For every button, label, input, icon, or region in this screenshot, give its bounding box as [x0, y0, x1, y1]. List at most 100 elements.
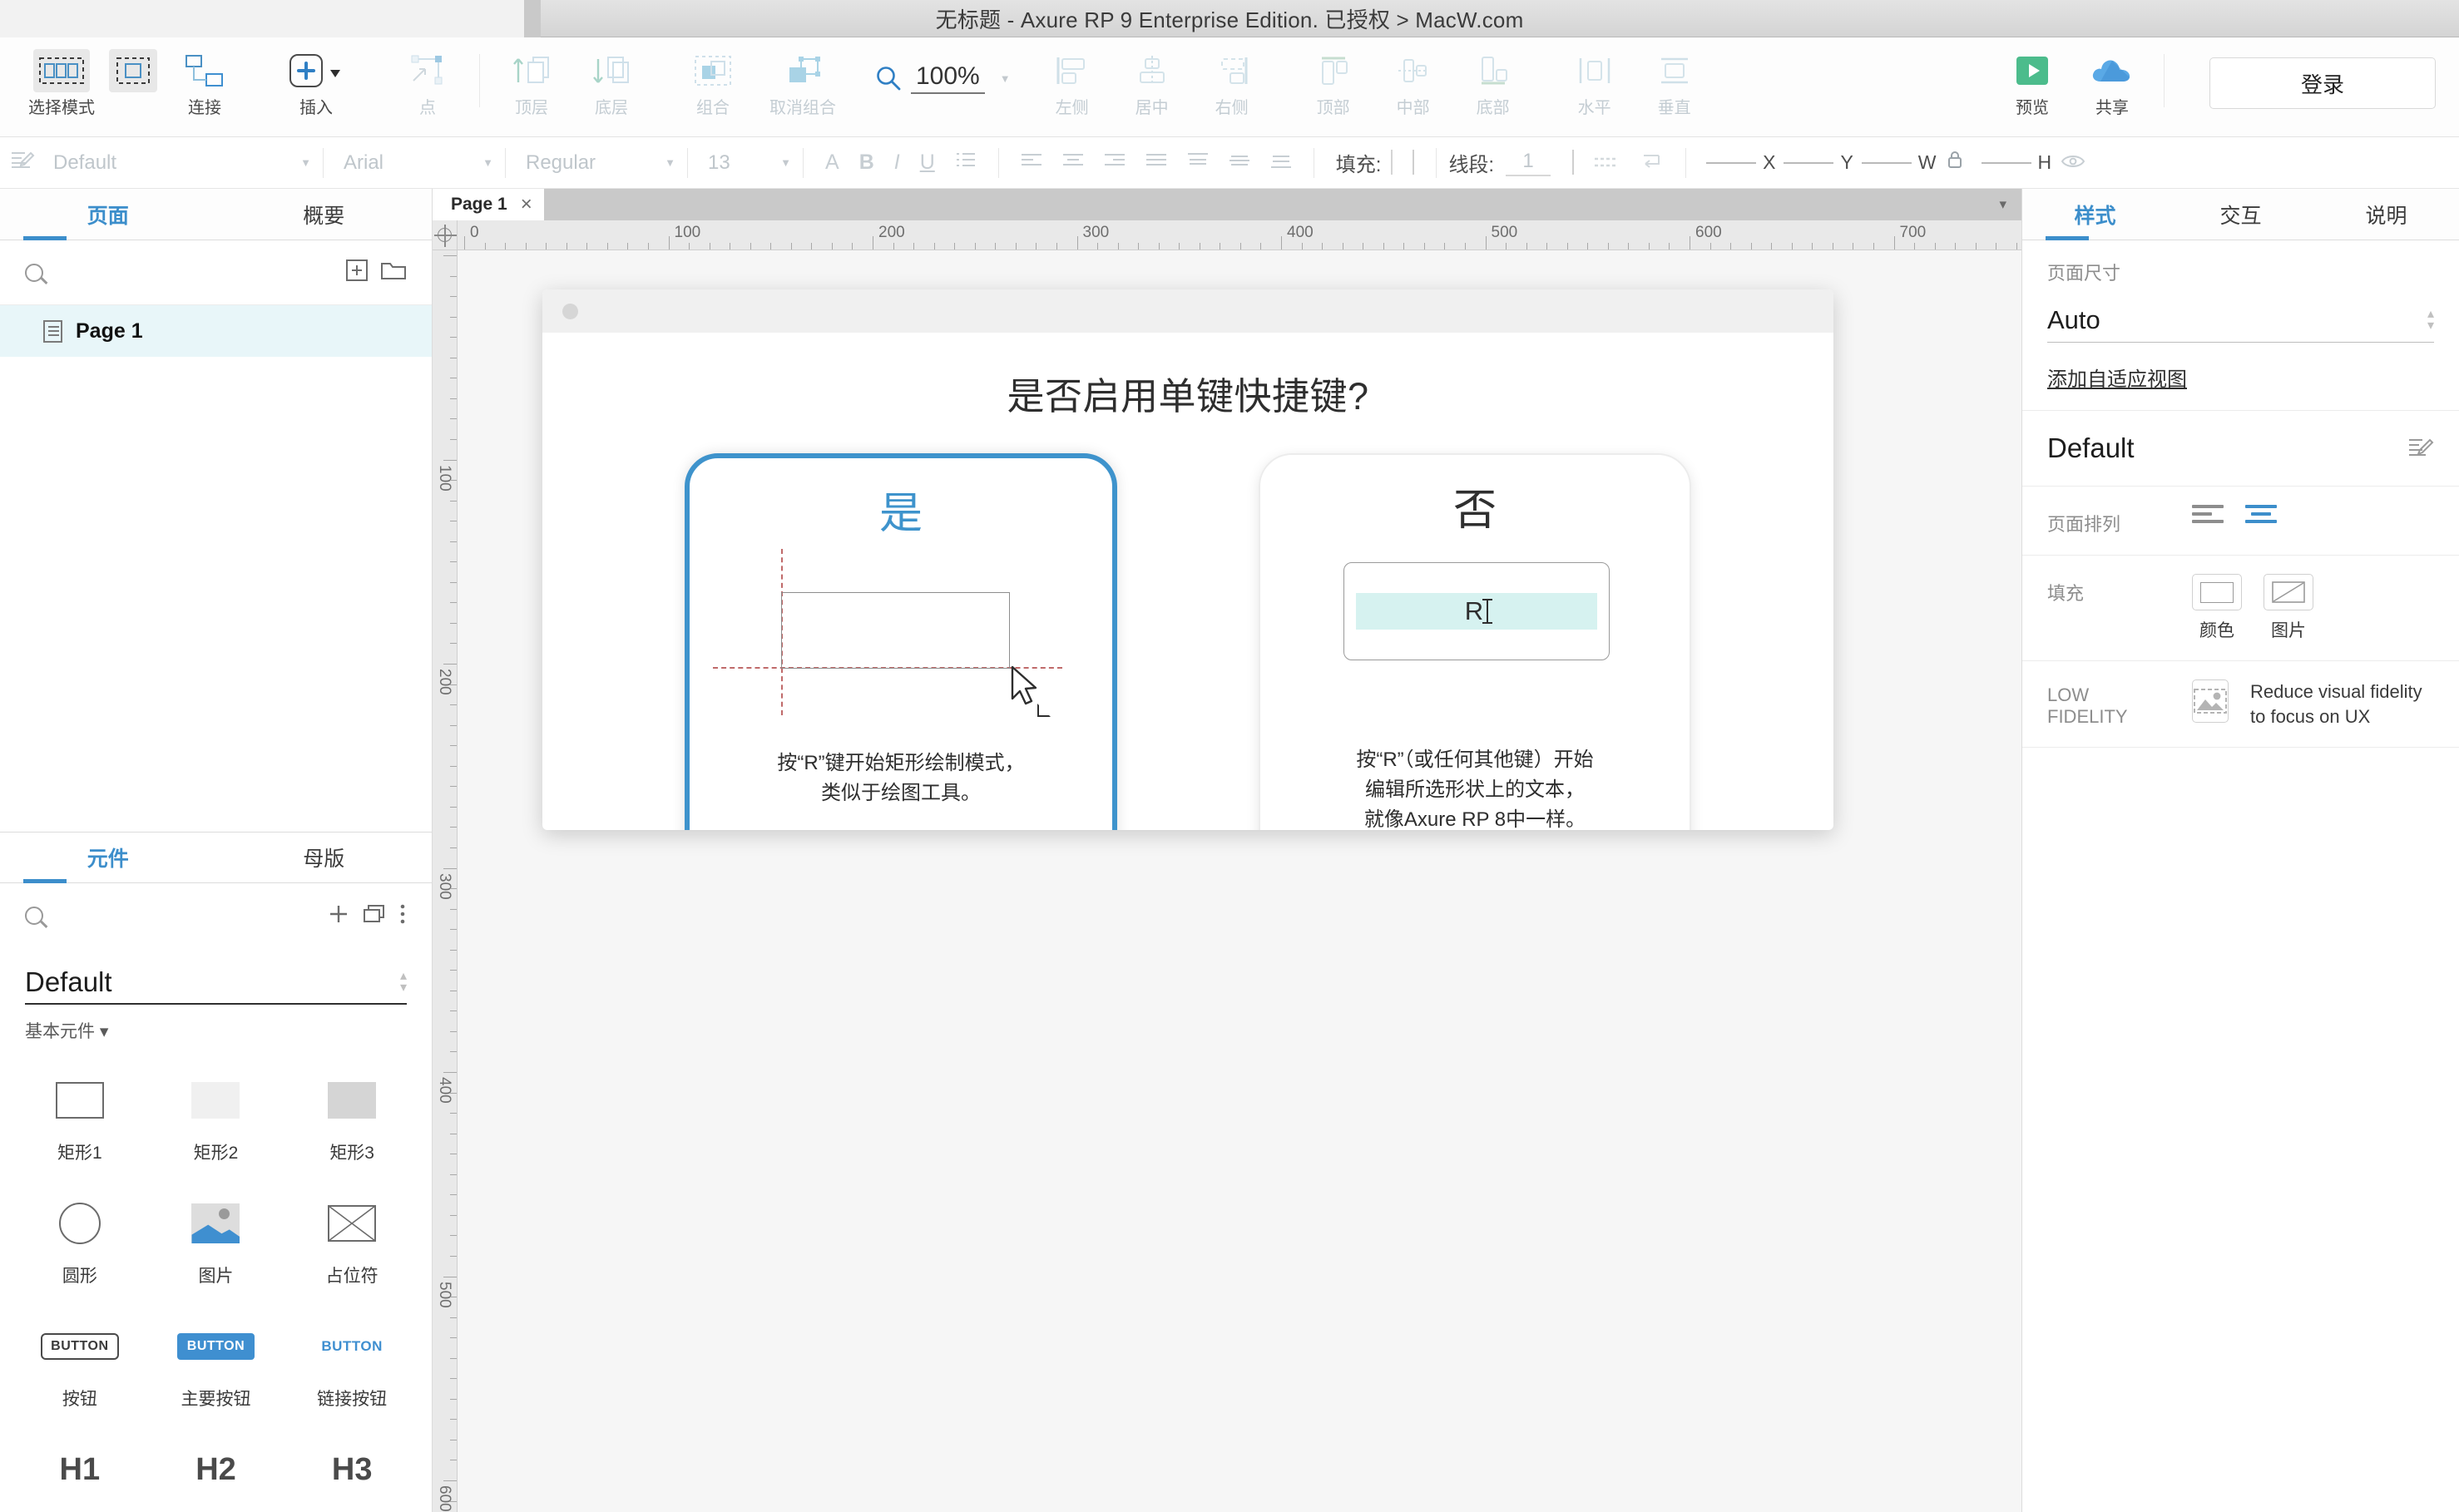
- toolbar-button-preview[interactable]: 预览: [1992, 37, 2072, 118]
- text-align-right-icon[interactable]: [1094, 151, 1135, 175]
- italic-icon[interactable]: I: [884, 151, 910, 175]
- widget-link-button[interactable]: BUTTON 链接按钮: [284, 1304, 420, 1421]
- line-style-icon[interactable]: [1584, 151, 1629, 175]
- widget-h3[interactable]: H3: [284, 1427, 420, 1512]
- position-y-field[interactable]: Y: [1784, 151, 1853, 174]
- text-align-justify-icon[interactable]: [1135, 151, 1177, 175]
- search-icon[interactable]: [25, 907, 43, 925]
- page-align-left-icon[interactable]: [2192, 505, 2224, 523]
- tab-pages[interactable]: 页面: [0, 189, 216, 240]
- valign-top-icon[interactable]: [1177, 151, 1219, 175]
- sidebar-item-page-1[interactable]: Page 1: [0, 305, 432, 357]
- tab-notes[interactable]: 说明: [2313, 189, 2459, 240]
- widget-rect3[interactable]: 矩形3: [284, 1058, 420, 1174]
- toolbar-button-send-to-back[interactable]: 底层: [571, 37, 651, 118]
- library-group-label[interactable]: 基本元件 ▾: [0, 1008, 432, 1043]
- line-color-swatch[interactable]: [1562, 150, 1584, 175]
- toolbar-button-ungroup[interactable]: 取消组合: [753, 37, 853, 118]
- page-align-center-icon[interactable]: [2245, 505, 2277, 523]
- text-align-center-icon[interactable]: [1052, 151, 1094, 175]
- style-edit-icon[interactable]: [0, 149, 45, 176]
- lock-aspect-icon[interactable]: [1937, 150, 1973, 175]
- toolbar-button-point[interactable]: 点: [388, 37, 468, 118]
- widget-rect2[interactable]: 矩形2: [148, 1058, 284, 1174]
- size-h-field[interactable]: H: [1981, 151, 2051, 174]
- fill-none-swatch[interactable]: [1381, 150, 1403, 175]
- fill-color-button[interactable]: 颜色: [2192, 574, 2242, 642]
- vertical-ruler[interactable]: 100200300400500600700: [433, 250, 458, 1512]
- chevron-down-icon[interactable]: ▾: [1999, 196, 2021, 213]
- widget-primary-button[interactable]: BUTTON 主要按钮: [148, 1304, 284, 1421]
- text-align-left-icon[interactable]: [1011, 151, 1052, 175]
- bold-icon[interactable]: B: [849, 151, 884, 175]
- style-select[interactable]: Default ▼: [45, 151, 311, 175]
- low-fidelity-toggle[interactable]: [2192, 679, 2229, 723]
- fill-color-swatch[interactable]: [1403, 150, 1424, 175]
- toolbar-button-distribute-vertical[interactable]: 垂直: [1635, 37, 1714, 118]
- toolbar-button-align-top[interactable]: 顶部: [1294, 37, 1373, 118]
- toolbar-button-connect[interactable]: 连接: [165, 37, 245, 118]
- library-select[interactable]: Default ▴ ▾: [25, 966, 407, 1005]
- add-folder-icon[interactable]: [380, 259, 407, 285]
- font-weight-select[interactable]: Regular ▼: [517, 151, 675, 175]
- toolbar-button-share[interactable]: 共享: [2072, 37, 2152, 118]
- font-size-select[interactable]: 13 ▼: [700, 151, 791, 175]
- page-tab-page-1[interactable]: Page 1 ×: [433, 189, 544, 220]
- size-w-field[interactable]: W: [1861, 151, 1937, 174]
- toolbar-button-align-bottom[interactable]: 底部: [1453, 37, 1533, 118]
- arrow-style-icon[interactable]: [1629, 151, 1674, 175]
- tab-outline[interactable]: 概要: [216, 189, 433, 240]
- toolbar-button-align-right[interactable]: 右侧: [1192, 37, 1272, 118]
- more-vertical-icon[interactable]: [398, 902, 407, 930]
- toolbar-button-distribute-horizontal[interactable]: 水平: [1555, 37, 1635, 118]
- modal-close-dot-icon[interactable]: [562, 303, 578, 319]
- widget-h1[interactable]: H1: [12, 1427, 148, 1512]
- position-x-field[interactable]: X: [1706, 151, 1775, 174]
- widget-image[interactable]: 图片: [148, 1181, 284, 1297]
- toolbar-button-align-left[interactable]: 左侧: [1032, 37, 1112, 118]
- choice-card-no[interactable]: 否 R 按“R”（或任何其他键）开始 编辑所选形状上的文本， 就像Axure R…: [1259, 453, 1691, 830]
- toolbar-button-insert[interactable]: 插入: [266, 37, 366, 118]
- toolbar-button-align-middle[interactable]: 中部: [1373, 37, 1453, 118]
- list-icon[interactable]: [945, 151, 987, 175]
- widget-placeholder[interactable]: 占位符: [284, 1181, 420, 1297]
- tab-interactions[interactable]: 交互: [2168, 189, 2313, 240]
- add-adaptive-view-link[interactable]: 添加自适应视图: [2047, 363, 2187, 392]
- ruler-origin-button[interactable]: [433, 220, 458, 250]
- search-icon[interactable]: [25, 263, 43, 282]
- fill-image-button[interactable]: 图片: [2264, 574, 2313, 642]
- toolbar-button-group[interactable]: 组合: [673, 37, 753, 118]
- widget-h2[interactable]: H2: [148, 1427, 284, 1512]
- widget-button[interactable]: BUTTON 按钮: [12, 1304, 148, 1421]
- toolbar-button-bring-to-front[interactable]: 顶层: [492, 37, 571, 118]
- underline-icon[interactable]: U: [910, 151, 945, 175]
- widget-grid: 矩形1 矩形2 矩形3 圆形 图片 占位符 BUTTON 按钮 BUTTON 主…: [0, 1043, 432, 1512]
- design-canvas[interactable]: 是否启用单键快捷键? 是 按“R”键开始矩形绘制模式， 类似于绘图工具。 否 R…: [458, 250, 2021, 1512]
- visibility-eye-icon[interactable]: [2051, 151, 2095, 175]
- widget-circle[interactable]: 圆形: [12, 1181, 148, 1297]
- copy-icon[interactable]: [362, 903, 387, 929]
- toolbar-button-align-center[interactable]: 居中: [1112, 37, 1192, 118]
- widget-rect1[interactable]: 矩形1: [12, 1058, 148, 1174]
- valign-bottom-icon[interactable]: [1260, 151, 1302, 175]
- choice-card-yes[interactable]: 是 按“R”键开始矩形绘制模式， 类似于绘图工具。: [685, 453, 1117, 830]
- chevron-down-icon[interactable]: ▼: [1000, 72, 1011, 85]
- close-icon[interactable]: ×: [521, 193, 532, 216]
- font-color-icon[interactable]: A: [815, 151, 849, 175]
- zoom-value[interactable]: 100%: [911, 62, 985, 94]
- tab-widgets[interactable]: 元件: [0, 833, 216, 883]
- page-size-select[interactable]: Auto ▴ ▾: [2047, 297, 2434, 343]
- horizontal-ruler[interactable]: 0100200300400500600700800900: [458, 220, 2021, 250]
- valign-middle-icon[interactable]: [1219, 151, 1260, 175]
- tab-masters[interactable]: 母版: [216, 833, 433, 882]
- zoom-control[interactable]: 100% ▼: [874, 37, 1011, 94]
- plus-icon[interactable]: [327, 902, 350, 930]
- login-button[interactable]: 登录: [2209, 57, 2436, 109]
- add-page-icon[interactable]: [345, 259, 369, 286]
- tab-style[interactable]: 样式: [2022, 189, 2168, 240]
- toolbar-button-selection-mode-contained[interactable]: [101, 37, 165, 113]
- toolbar-button-selection-mode[interactable]: 选择模式: [22, 37, 101, 118]
- style-edit-icon[interactable]: [2407, 435, 2434, 462]
- font-family-select[interactable]: Arial ▼: [335, 151, 493, 175]
- line-width-input[interactable]: 1: [1506, 150, 1551, 176]
